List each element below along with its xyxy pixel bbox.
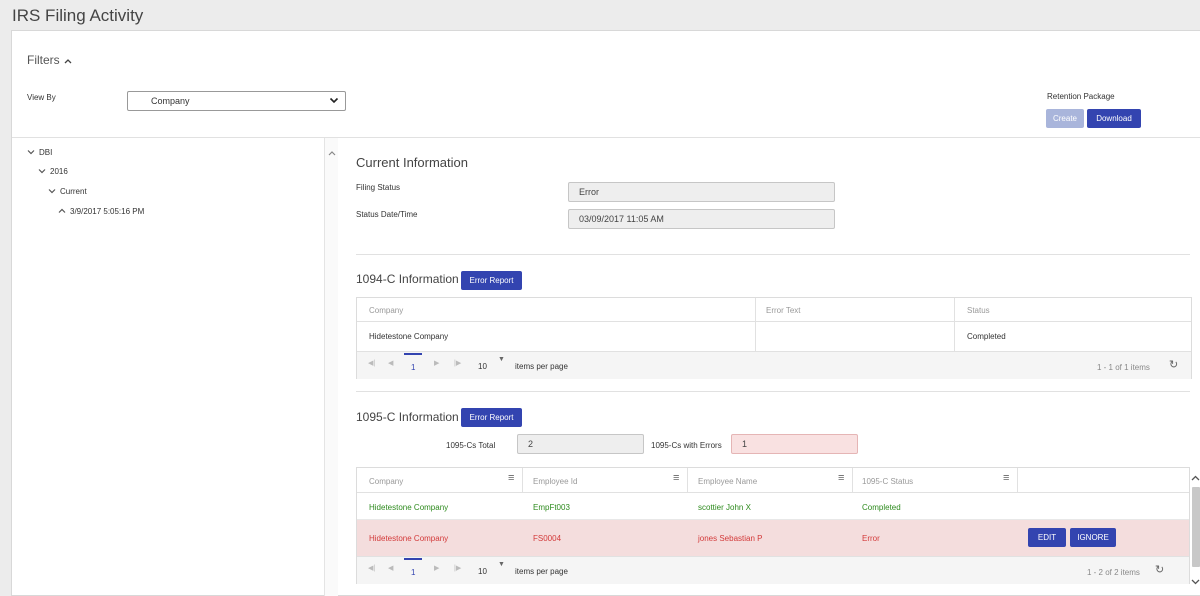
grid-1094: Company Error Text Status Hidetestone Co…	[356, 297, 1192, 379]
chevron-down-icon	[329, 95, 339, 107]
column-divider	[852, 468, 853, 493]
pager-info: 1 - 2 of 2 items	[1087, 568, 1140, 577]
divider	[356, 254, 1190, 255]
page-number[interactable]: 1	[411, 568, 415, 577]
tree-scrollbar[interactable]	[324, 138, 338, 596]
cell-employee-id: FS0004	[533, 534, 562, 543]
next-page-icon[interactable]: ▶	[434, 359, 439, 367]
total-1095-label: 1095-Cs Total	[446, 441, 496, 450]
column-menu-icon[interactable]: ≡	[1003, 472, 1009, 484]
errors-1095-label: 1095-Cs with Errors	[651, 441, 722, 450]
chevron-up-icon[interactable]	[58, 207, 70, 216]
cell-employee-name: jones Sebastian P	[698, 534, 763, 543]
refresh-icon[interactable]: ↻	[1169, 358, 1178, 371]
chevron-down-icon[interactable]	[1191, 577, 1200, 587]
error-report-1094-button[interactable]: Error Report	[461, 271, 522, 290]
download-button[interactable]: Download	[1087, 109, 1141, 128]
pager-info: 1 - 1 of 1 items	[1097, 363, 1150, 372]
current-info-title: Current Information	[356, 155, 468, 170]
first-page-icon[interactable]: ◀|	[368, 359, 375, 367]
last-page-icon[interactable]: |▶	[454, 564, 461, 572]
items-per-page-label: items per page	[515, 567, 568, 576]
column-header-company[interactable]: Company	[369, 477, 403, 486]
filters-toggle[interactable]: Filters	[27, 53, 72, 67]
prev-page-icon[interactable]: ◀	[388, 564, 393, 572]
caret-down-icon[interactable]: ▼	[498, 356, 505, 363]
cell-1095-status: Completed	[862, 503, 901, 512]
column-header-company[interactable]: Company	[369, 306, 403, 315]
cell-employee-id: EmpFt003	[533, 503, 570, 512]
grid-header	[357, 468, 1189, 493]
column-divider	[522, 468, 523, 493]
pager-1095: ◀| ◀ 1 ▶ |▶ 10 ▼ items per page 1 - 2 of…	[357, 556, 1189, 584]
cell-company: Hidetestone Company	[369, 534, 449, 543]
view-by-value: Company	[151, 96, 190, 106]
refresh-icon[interactable]: ↻	[1155, 563, 1164, 576]
column-divider	[687, 468, 688, 493]
filters-title: Filters	[27, 53, 60, 67]
pager-1094: ◀| ◀ 1 ▶ |▶ 10 ▼ items per page 1 - 1 of…	[357, 351, 1191, 379]
tree-item-2016[interactable]: 2016	[38, 167, 68, 176]
page-number[interactable]: 1	[411, 363, 415, 372]
retention-package-label: Retention Package	[1047, 92, 1115, 101]
chevron-down-icon[interactable]	[38, 167, 50, 176]
first-page-icon[interactable]: ◀|	[368, 564, 375, 572]
view-by-label: View By	[27, 93, 56, 102]
info-1094-title: 1094-C Information	[356, 272, 459, 286]
tree-item-dbi[interactable]: DBI	[27, 148, 52, 157]
table-row[interactable]: Hidetestone Company EmpFt003 scottier Jo…	[357, 493, 1189, 520]
grid-scrollbar[interactable]	[1190, 461, 1200, 596]
filing-status-field: Error	[568, 182, 835, 202]
edit-button[interactable]: EDIT	[1028, 528, 1066, 547]
chevron-up-icon	[64, 53, 72, 67]
status-datetime-label: Status Date/Time	[356, 210, 418, 219]
next-page-icon[interactable]: ▶	[434, 564, 439, 572]
tree-item-filing-date[interactable]: 3/9/2017 5:05:16 PM	[58, 207, 144, 216]
chevron-down-icon[interactable]	[27, 148, 39, 157]
column-divider	[1017, 468, 1018, 493]
chevron-down-icon[interactable]	[48, 187, 60, 196]
current-page-indicator	[404, 353, 422, 355]
table-row[interactable]: Hidetestone Company FS0004 jones Sebasti…	[357, 520, 1189, 556]
cell-company: Hidetestone Company	[369, 332, 449, 341]
main-panel: Filters View By Company Retention Packag…	[11, 30, 1200, 596]
grid-1095: Company ≡ Employee Id ≡ Employee Name ≡ …	[356, 467, 1190, 584]
page-size-value[interactable]: 10	[478, 362, 487, 371]
error-report-1095-button[interactable]: Error Report	[461, 408, 522, 427]
chevron-up-icon[interactable]	[328, 148, 336, 158]
column-header-employee-id[interactable]: Employee Id	[533, 477, 577, 486]
view-by-select[interactable]: Company	[127, 91, 346, 111]
items-per-page-label: items per page	[515, 362, 568, 371]
column-menu-icon[interactable]: ≡	[838, 472, 844, 484]
last-page-icon[interactable]: |▶	[454, 359, 461, 367]
chevron-up-icon[interactable]	[1191, 473, 1200, 483]
column-header-1095-status[interactable]: 1095-C Status	[862, 477, 913, 486]
scrollbar-thumb[interactable]	[1192, 487, 1200, 567]
info-1095-title: 1095-C Information	[356, 410, 459, 424]
total-1095-field: 2	[517, 434, 644, 454]
page-title: IRS Filing Activity	[12, 6, 144, 25]
column-menu-icon[interactable]: ≡	[508, 472, 514, 484]
divider	[356, 391, 1190, 392]
column-header-employee-name[interactable]: Employee Name	[698, 477, 757, 486]
caret-down-icon[interactable]: ▼	[498, 561, 505, 568]
column-header-status[interactable]: Status	[967, 306, 990, 315]
cell-status: Completed	[967, 332, 1006, 341]
column-menu-icon[interactable]: ≡	[673, 472, 679, 484]
page-size-value[interactable]: 10	[478, 567, 487, 576]
errors-1095-field: 1	[731, 434, 858, 454]
cell-1095-status: Error	[862, 534, 880, 543]
tree-item-current[interactable]: Current	[48, 187, 87, 196]
filing-status-label: Filing Status	[356, 183, 401, 192]
create-button[interactable]: Create	[1046, 109, 1084, 128]
cell-company: Hidetestone Company	[369, 503, 449, 512]
table-row[interactable]: Hidetestone Company Completed	[357, 322, 1191, 351]
column-header-error-text[interactable]: Error Text	[766, 306, 801, 315]
current-page-indicator	[404, 558, 422, 560]
cell-employee-name: scottier John X	[698, 503, 751, 512]
prev-page-icon[interactable]: ◀	[388, 359, 393, 367]
status-datetime-field: 03/09/2017 11:05 AM	[568, 209, 835, 229]
ignore-button[interactable]: IGNORE	[1070, 528, 1116, 547]
